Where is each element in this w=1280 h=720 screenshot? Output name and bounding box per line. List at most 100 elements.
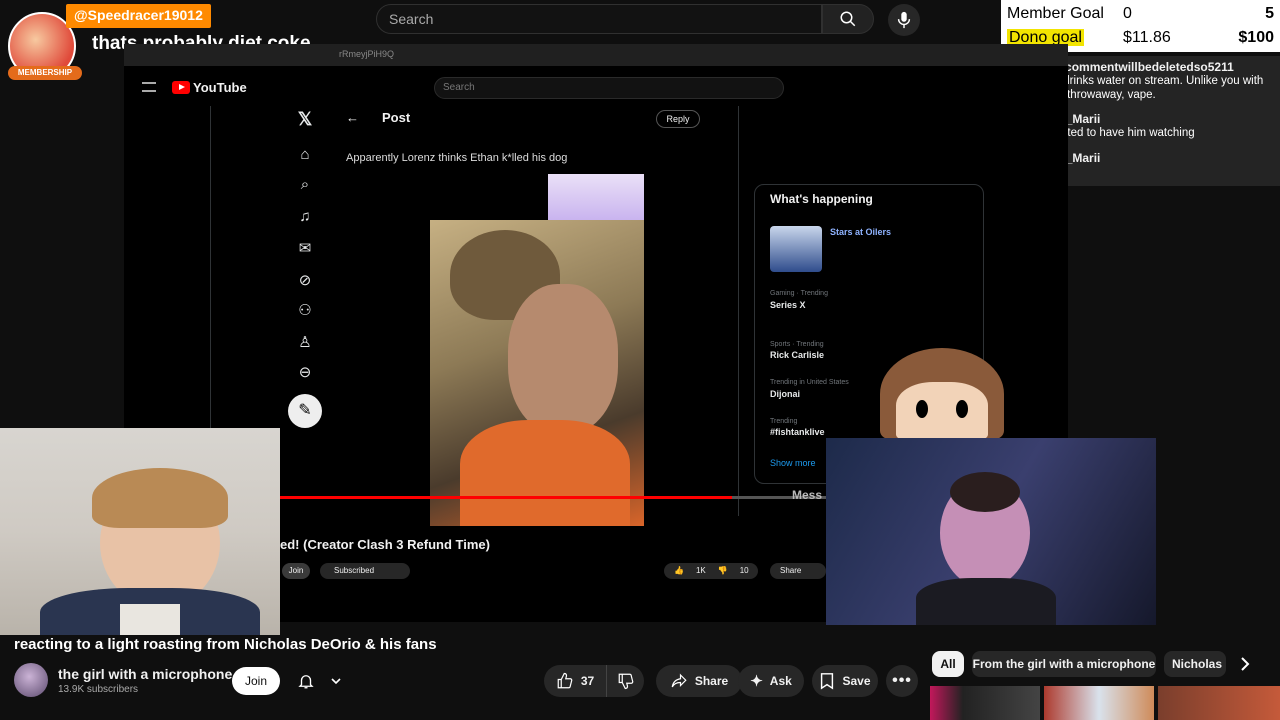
trend-category: Sports · Trending — [770, 341, 824, 348]
subscriber-count: 13.9K subscribers — [58, 684, 139, 695]
avatar-eye — [916, 400, 928, 418]
search-input[interactable]: Search — [376, 4, 822, 34]
search-button[interactable] — [822, 4, 874, 34]
chip-nicholas[interactable]: Nicholas — [1164, 651, 1226, 677]
more-horizontal-icon: ••• — [892, 672, 912, 689]
x-trends-title: What's happening — [770, 192, 873, 206]
notification-bell-button[interactable] — [289, 667, 349, 695]
share-label: Share — [694, 674, 729, 688]
save-label: Save — [842, 674, 871, 688]
x-post-image — [430, 220, 644, 526]
embedded-url-bar: rRmeyjPiH9Q — [124, 44, 1068, 66]
x-post-header: Post — [382, 110, 411, 125]
avatar-face — [896, 382, 988, 440]
embedded-search-input: Search — [434, 77, 784, 99]
video-thumbnail[interactable] — [930, 686, 1040, 720]
embedded-share-button: Share — [770, 563, 826, 579]
superchat-username: @Speedracer19012 — [66, 4, 211, 28]
trend-label: Rick Carlisle — [770, 350, 825, 360]
orange-shirt-shape — [460, 420, 630, 526]
thumbs-up-icon — [557, 672, 573, 689]
x-media-thumb — [548, 174, 644, 220]
ask-button[interactable]: ✦ Ask — [738, 665, 804, 697]
chip-from-channel[interactable]: From the girl with a microphone — [972, 651, 1156, 677]
trend-category: Trending in United States — [770, 379, 849, 386]
trend-category: Gaming · Trending — [770, 290, 828, 297]
x-post-text: Apparently Lorenz thinks Ethan k*lled hi… — [346, 152, 568, 164]
streamer-hair — [92, 468, 228, 528]
thumbs-up-icon: 👍 — [674, 566, 684, 575]
streamer-webcam — [0, 428, 280, 635]
person-face-shape — [508, 284, 618, 434]
embedded-dislike-count: 10 — [739, 566, 749, 575]
trend-label: Dijonai — [770, 389, 801, 399]
youtube-icon — [172, 81, 190, 94]
guest-shirt — [916, 578, 1056, 625]
member-goal-target: 5 — [1265, 5, 1274, 22]
embedded-join-button: Join — [282, 563, 310, 579]
messages-icon: ✉ — [298, 240, 312, 257]
dono-goal-current: $11.86 — [1123, 29, 1171, 46]
post-compose-icon: ✎ — [288, 394, 322, 428]
trend-label: Stars at Oilers — [830, 227, 892, 237]
thumbs-down-icon — [618, 673, 633, 690]
trends-show-more: Show more — [770, 458, 816, 468]
recommended-thumbnails[interactable] — [930, 686, 1280, 720]
share-icon — [671, 673, 687, 688]
video-thumbnail[interactable] — [1044, 686, 1154, 720]
communities-icon: ⚇ — [298, 302, 312, 319]
youtube-logo: YouTube — [172, 80, 247, 95]
mic-icon — [897, 11, 911, 29]
guest-webcam — [826, 438, 1156, 625]
chip-all[interactable]: All — [932, 651, 964, 677]
chips-next-button[interactable] — [1232, 652, 1258, 676]
more-icon: ⊖ — [298, 364, 312, 381]
trend-category: Trending — [770, 418, 798, 425]
thumbs-down-icon: 👎 — [717, 566, 728, 575]
bell-icon — [297, 675, 314, 689]
bookmark-icon — [821, 673, 834, 690]
search-icon — [840, 11, 856, 27]
channel-avatar[interactable] — [14, 663, 48, 697]
channel-name[interactable]: the girl with a microphone — [58, 666, 232, 682]
youtube-logo-text: YouTube — [193, 80, 247, 95]
trend-label: Series X — [770, 300, 806, 310]
embedded-progress-fill — [280, 496, 732, 499]
chevron-right-icon — [1241, 657, 1250, 671]
vtuber-avatar — [862, 348, 1022, 440]
trend-label: #fishtanklive — [770, 427, 825, 437]
share-button[interactable]: Share — [656, 665, 742, 697]
menu-icon — [142, 82, 156, 92]
embedded-like-dislike: 👍 1K 👎 10 — [664, 563, 758, 579]
profile-icon: ♙ — [298, 334, 312, 351]
save-button[interactable]: Save — [812, 665, 878, 697]
explore-icon: ⌕ — [300, 176, 310, 193]
dono-goal-target: $100 — [1238, 29, 1274, 46]
embedded-subscribed-button: Subscribed — [320, 563, 410, 579]
x-reply-button: Reply — [656, 110, 700, 128]
voice-search-button[interactable] — [888, 4, 920, 36]
dislike-button[interactable] — [606, 665, 644, 697]
x-divider — [738, 106, 739, 516]
more-actions-button[interactable]: ••• — [886, 665, 918, 697]
member-goal-row: Member Goal 0 5 — [1007, 3, 1274, 25]
video-thumbnail[interactable] — [1158, 686, 1280, 720]
ask-label: Ask — [769, 674, 792, 688]
trend-thumbnail — [770, 226, 822, 272]
chevron-down-icon — [330, 678, 341, 685]
member-goal-current: 0 — [1123, 5, 1132, 22]
like-button[interactable]: 37 — [544, 665, 606, 697]
sparkle-icon: ✦ — [750, 673, 763, 690]
join-button[interactable]: Join — [232, 667, 280, 695]
messages-tab: Mess — [792, 488, 823, 502]
notifications-icon: ♫ — [299, 208, 311, 225]
embedded-like-count: 1K — [695, 566, 706, 575]
video-title: reacting to a light roasting from Nichol… — [14, 636, 437, 653]
grok-icon: ⊘ — [298, 272, 312, 289]
member-goal-label: Member Goal — [1007, 5, 1104, 22]
like-count: 37 — [580, 674, 595, 688]
back-arrow-icon: ← — [346, 110, 359, 125]
home-icon: ⌂ — [300, 146, 310, 163]
membership-badge: MEMBERSHIP — [8, 66, 82, 80]
embedded-video-title: ed! (Creator Clash 3 Refund Time) — [280, 537, 490, 552]
